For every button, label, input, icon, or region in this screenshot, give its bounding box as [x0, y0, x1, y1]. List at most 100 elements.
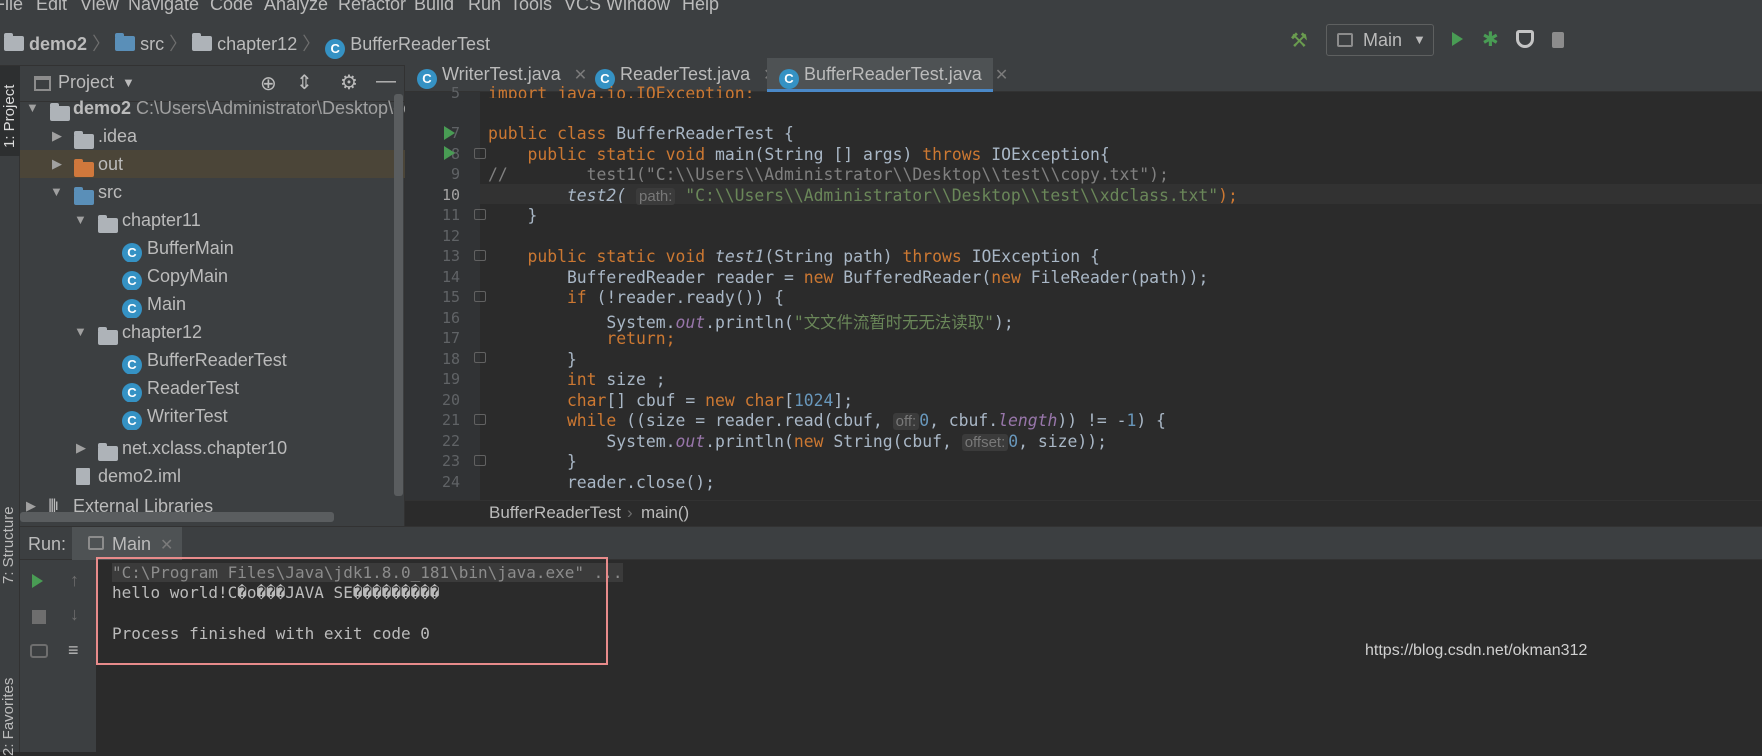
fold-icon[interactable] — [474, 250, 486, 261]
menu-help[interactable]: Help — [682, 0, 719, 15]
fold-icon[interactable] — [474, 455, 486, 466]
tree-item-readertest[interactable]: C ReaderTest — [20, 374, 405, 402]
hide-icon[interactable]: — — [376, 70, 396, 93]
line-number: 16 — [441, 309, 460, 327]
collapse-all-icon[interactable]: ⇕ — [296, 70, 313, 95]
tree-item-buffermain[interactable]: C BufferMain — [20, 234, 405, 262]
expanded-arrow-icon: ▼ — [74, 212, 87, 227]
breadcrumb-method[interactable]: main() — [641, 503, 689, 523]
run-gutter-icon[interactable] — [444, 146, 455, 160]
code-line: } — [488, 350, 577, 369]
tree-item-src[interactable]: ▼ src — [20, 178, 405, 206]
menu-window[interactable]: Window — [606, 0, 670, 15]
tree-label: .idea — [98, 126, 138, 146]
menu-file[interactable]: File — [0, 0, 23, 15]
line-number: 18 — [441, 350, 460, 368]
breadcrumb-separator: › — [627, 503, 633, 522]
menu-refactor[interactable]: Refactor — [338, 0, 406, 15]
menu-run[interactable]: Run — [468, 0, 501, 15]
close-icon[interactable]: ✕ — [995, 67, 1008, 84]
menu-build[interactable]: Build — [414, 0, 454, 15]
tree-item-idea[interactable]: ▶ .idea — [20, 122, 405, 150]
breadcrumb-src[interactable]: src — [140, 34, 164, 54]
menu-vcs[interactable]: VCS — [564, 0, 601, 15]
stop-icon[interactable] — [1552, 32, 1564, 48]
soft-wrap-icon[interactable]: ≡ — [68, 640, 79, 661]
package-icon — [192, 33, 213, 51]
tree-item-copymain[interactable]: C CopyMain — [20, 262, 405, 290]
vertical-scrollbar[interactable] — [394, 94, 403, 496]
project-tool-label[interactable]: 1: Project — [1, 85, 18, 148]
tree-label: src — [98, 182, 122, 202]
project-panel: Project ▼ ⊕ ⇕ ⚙ — ▼ demo2 C:\Users\Admin… — [20, 66, 405, 526]
menu-code[interactable]: Code — [210, 0, 253, 15]
line-number: 10 — [441, 186, 460, 204]
fold-icon[interactable] — [474, 291, 486, 302]
line-number: 17 — [441, 329, 460, 347]
chevron-down-icon[interactable]: ▼ — [122, 75, 135, 90]
breadcrumb-project[interactable]: demo2 — [29, 34, 87, 54]
folder-icon — [74, 159, 94, 177]
menu-edit[interactable]: Edit — [36, 0, 67, 15]
tree-item-main[interactable]: C Main — [20, 290, 405, 318]
build-hammer-icon[interactable]: ⚒ — [1290, 28, 1312, 52]
camera-icon[interactable] — [30, 644, 48, 658]
project-view-icon — [34, 76, 51, 91]
tree-label: Main — [147, 294, 187, 314]
project-panel-title[interactable]: Project — [58, 72, 114, 93]
arrow-up-icon[interactable]: ↑ — [70, 570, 79, 591]
run-icon[interactable] — [1452, 32, 1463, 46]
code-line: test2( path: "C:\\Users\\Administrator\\… — [488, 186, 1238, 205]
tree-item-out[interactable]: ▶ out — [20, 150, 405, 178]
collapsed-arrow-icon: ▶ — [76, 440, 86, 455]
code-line: import java.io.IOException; — [488, 84, 755, 98]
run-tab-main[interactable]: Main ✕ — [72, 527, 182, 560]
tree-item-writertest[interactable]: C WriterTest — [20, 402, 405, 430]
debug-icon[interactable]: ✱ — [1482, 27, 1502, 51]
tree-path: C:\Users\Administrator\Desktop\de — [136, 98, 405, 118]
gear-icon[interactable]: ⚙ — [340, 70, 358, 95]
tree-label: demo2 — [73, 98, 132, 118]
favorites-tool-label[interactable]: 2: Favorites — [0, 678, 17, 756]
folder-icon — [115, 33, 136, 51]
rerun-icon[interactable] — [32, 574, 43, 588]
tree-label: demo2.iml — [98, 466, 182, 486]
tree-item-demo2-iml[interactable]: demo2.iml — [20, 462, 405, 490]
run-tab-label: Main — [112, 534, 152, 554]
menu-analyze[interactable]: Analyze — [264, 0, 328, 15]
fold-icon[interactable] — [474, 414, 486, 425]
code-line: return; — [488, 329, 676, 348]
fold-icon[interactable] — [474, 209, 486, 220]
folder-icon — [74, 187, 94, 205]
fold-icon[interactable] — [474, 148, 486, 159]
structure-tool-label[interactable]: 7: Structure — [0, 506, 17, 584]
code-line: while ((size = reader.read(cbuf, off: 0, … — [488, 411, 1166, 430]
arrow-down-icon[interactable]: ↓ — [70, 604, 79, 625]
fold-icon[interactable] — [474, 352, 486, 363]
breadcrumb-separator: 〉 — [302, 34, 321, 54]
menu-tools[interactable]: Tools — [510, 0, 552, 15]
tree-item-chapter12[interactable]: ▼ chapter12 — [20, 318, 405, 346]
breadcrumb-separator: 〉 — [92, 34, 111, 54]
coverage-icon[interactable] — [1516, 30, 1534, 48]
run-config-selector[interactable]: Main ▼ — [1326, 24, 1434, 56]
breadcrumb-class[interactable]: BufferReaderTest — [489, 503, 621, 523]
stop-icon[interactable] — [32, 610, 46, 624]
horizontal-scrollbar[interactable] — [20, 512, 334, 522]
breadcrumb-file[interactable]: BufferReaderTest — [350, 34, 490, 54]
parameter-hint: offset: — [961, 434, 1009, 451]
class-icon: C — [122, 355, 142, 374]
tree-item-demo2[interactable]: ▼ demo2 C:\Users\Administrator\Desktop\d… — [20, 94, 405, 122]
code-line: int size ; — [488, 370, 666, 389]
run-gutter-icon[interactable] — [444, 126, 455, 140]
tab-bufferreadertest[interactable]: C BufferReaderTest.java ✕ — [767, 58, 1008, 92]
close-icon[interactable]: ✕ — [160, 535, 173, 555]
locate-icon[interactable]: ⊕ — [260, 71, 277, 96]
tree-item-bufferreadertest[interactable]: C BufferReaderTest — [20, 346, 405, 374]
tree-item-net-xclass-chapter10[interactable]: ▶ net.xclass.chapter10 — [20, 434, 405, 462]
breadcrumb-package[interactable]: chapter12 — [217, 34, 297, 54]
menu-view[interactable]: View — [80, 0, 119, 15]
tree-item-chapter11[interactable]: ▼ chapter11 — [20, 206, 405, 234]
menu-bar: File Edit View Navigate Code Analyze Ref… — [0, 0, 1762, 18]
menu-navigate[interactable]: Navigate — [128, 0, 199, 15]
